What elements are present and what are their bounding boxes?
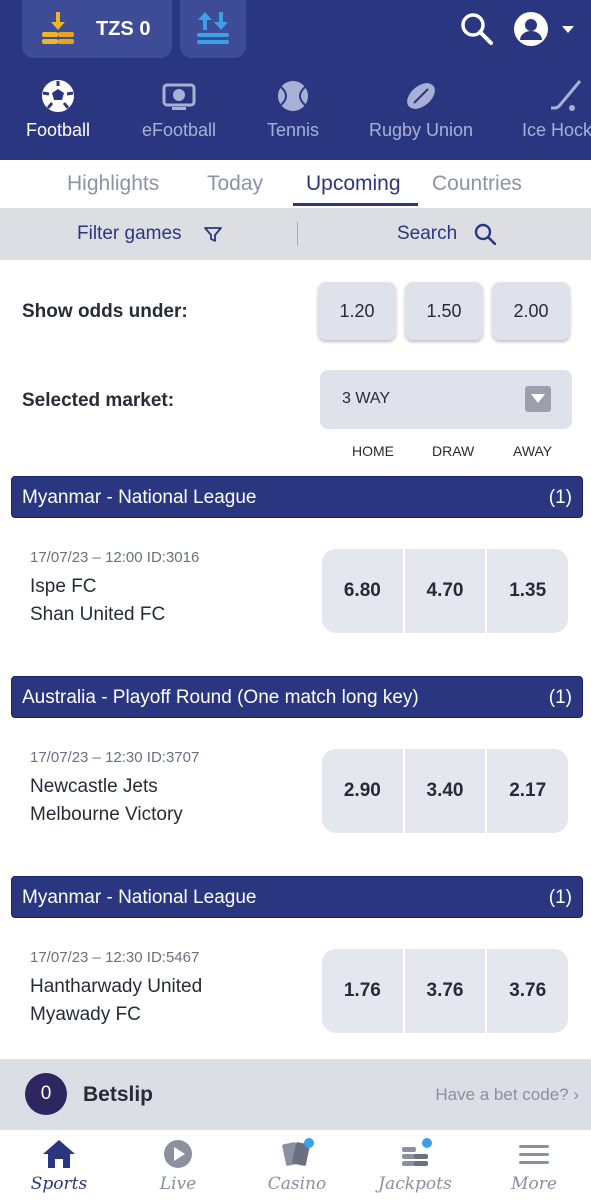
chevron-down-icon[interactable] [561, 25, 575, 35]
tabs-bar: Highlights Today Upcoming Countries [0, 160, 591, 208]
sport-label: Tennis [266, 120, 320, 140]
odds-filter-chip[interactable]: 1.50 [405, 282, 483, 340]
league-count: (1) [548, 887, 572, 908]
odds-home-button[interactable]: 6.80 [322, 549, 405, 633]
league-count: (1) [548, 487, 572, 508]
odds-home-button[interactable]: 2.90 [322, 749, 405, 833]
tab-today[interactable]: Today [207, 172, 263, 196]
home-team[interactable]: Hantharwady United [30, 976, 202, 998]
odds-filter-chip[interactable]: 1.20 [318, 282, 396, 340]
ice-hockey-stick-icon [551, 80, 582, 111]
nav-jackpots[interactable]: Jackpots [370, 1138, 460, 1194]
bottom-nav: Sports Live Casino Jackpots More [0, 1129, 591, 1200]
league-name: Australia - Playoff Round (One match lon… [22, 687, 419, 708]
market-value: 3 WAY [342, 390, 391, 407]
odds-group: 2.90 3.40 2.17 [322, 749, 568, 833]
market-label: Selected market: [22, 390, 175, 411]
nav-sports[interactable]: Sports [14, 1138, 104, 1194]
league-count: (1) [548, 687, 572, 708]
search-icon[interactable] [460, 12, 494, 46]
sport-label: Ice Hock [522, 120, 591, 140]
dropdown-button [525, 386, 551, 412]
odds-draw-button[interactable]: 3.40 [405, 749, 488, 833]
search-button[interactable]: Search [397, 223, 457, 245]
efootball-icon [162, 83, 196, 110]
coin-deposit-icon [42, 12, 74, 44]
match-meta: 17/07/23 – 12:30 ID:3707 [30, 749, 200, 766]
search-icon[interactable] [474, 223, 496, 245]
sport-tab-efootball[interactable]: eFootball [134, 74, 224, 154]
nav-label: Live [159, 1174, 197, 1194]
balance-amount: TZS 0 [96, 18, 151, 40]
odds-away-button[interactable]: 1.35 [487, 549, 568, 633]
balance-button[interactable]: TZS 0 [22, 0, 172, 58]
divider [297, 222, 298, 246]
odds-away-button[interactable]: 2.17 [487, 749, 568, 833]
column-header-away: AWAY [513, 443, 553, 459]
sports-nav: Football eFootball Tennis Rugby Union Ic… [0, 74, 591, 160]
betslip-count-badge: 0 [25, 1073, 67, 1115]
tab-upcoming[interactable]: Upcoming [306, 172, 401, 196]
nav-casino[interactable]: Casino [252, 1138, 342, 1194]
user-account-icon[interactable] [513, 11, 549, 47]
match-meta: 17/07/23 – 12:00 ID:3016 [30, 549, 200, 566]
league-header[interactable]: Myanmar - National League (1) [11, 476, 583, 518]
away-team[interactable]: Shan United FC [30, 604, 165, 626]
header: TZS 0 Football eFootball Tennis Rugby Un… [0, 0, 591, 160]
odds-away-button[interactable]: 3.76 [487, 949, 568, 1033]
odds-group: 1.76 3.76 3.76 [322, 949, 568, 1033]
away-team[interactable]: Myawady FC [30, 1004, 141, 1026]
odds-draw-button[interactable]: 4.70 [405, 549, 488, 633]
odds-under-label: Show odds under: [22, 301, 188, 322]
active-tab-indicator [293, 203, 418, 206]
filter-games-button[interactable]: Filter games [77, 223, 182, 245]
chevron-down-icon [531, 394, 545, 403]
transfer-button[interactable] [180, 0, 246, 58]
nav-live[interactable]: Live [133, 1138, 223, 1194]
sport-tab-football[interactable]: Football [18, 74, 98, 154]
filter-bar: Filter games Search [0, 208, 591, 260]
league-name: Myanmar - National League [22, 887, 257, 908]
nav-more[interactable]: More [489, 1138, 579, 1194]
menu-icon [519, 1145, 549, 1164]
nav-label: Sports [30, 1174, 88, 1194]
sport-tab-tennis[interactable]: Tennis [258, 74, 328, 154]
home-icon [43, 1140, 75, 1168]
betslip-label: Betslip [83, 1083, 154, 1106]
rugby-ball-icon [407, 83, 435, 109]
betslip-bar[interactable]: 0 Betslip Have a bet code? › [0, 1059, 591, 1129]
home-team[interactable]: Ispe FC [30, 576, 97, 598]
cards-icon [282, 1138, 314, 1166]
league-name: Myanmar - National League [22, 487, 257, 508]
column-header-draw: DRAW [432, 443, 475, 459]
play-icon [164, 1140, 192, 1168]
odds-home-button[interactable]: 1.76 [322, 949, 405, 1033]
football-icon [42, 80, 74, 112]
odds-group: 6.80 4.70 1.35 [322, 549, 568, 633]
filter-icon[interactable] [204, 227, 222, 243]
sport-label: Rugby Union [368, 120, 474, 140]
sport-label: eFootball [141, 120, 217, 140]
tennis-ball-icon [278, 81, 308, 111]
nav-label: Jackpots [378, 1174, 452, 1194]
bet-code-link[interactable]: Have a bet code? › [435, 1085, 579, 1105]
away-team[interactable]: Melbourne Victory [30, 804, 183, 826]
tab-countries[interactable]: Countries [432, 172, 522, 196]
column-header-home: HOME [352, 443, 394, 459]
sport-tab-rugby-union[interactable]: Rugby Union [366, 74, 476, 154]
nav-label: More [511, 1174, 557, 1194]
market-select[interactable]: 3 WAY [320, 370, 572, 429]
home-team[interactable]: Newcastle Jets [30, 776, 158, 798]
odds-filter-chip[interactable]: 2.00 [492, 282, 570, 340]
nav-label: Casino [267, 1174, 327, 1194]
transfer-icon [197, 12, 229, 44]
tab-highlights[interactable]: Highlights [67, 172, 159, 196]
sport-label: Football [25, 120, 91, 140]
match-meta: 17/07/23 – 12:30 ID:5467 [30, 949, 200, 966]
odds-draw-button[interactable]: 3.76 [405, 949, 488, 1033]
league-header[interactable]: Myanmar - National League (1) [11, 876, 583, 918]
sport-tab-ice-hockey[interactable]: Ice Hock [518, 74, 591, 154]
coin-stack-icon [402, 1138, 432, 1166]
league-header[interactable]: Australia - Playoff Round (One match lon… [11, 676, 583, 718]
